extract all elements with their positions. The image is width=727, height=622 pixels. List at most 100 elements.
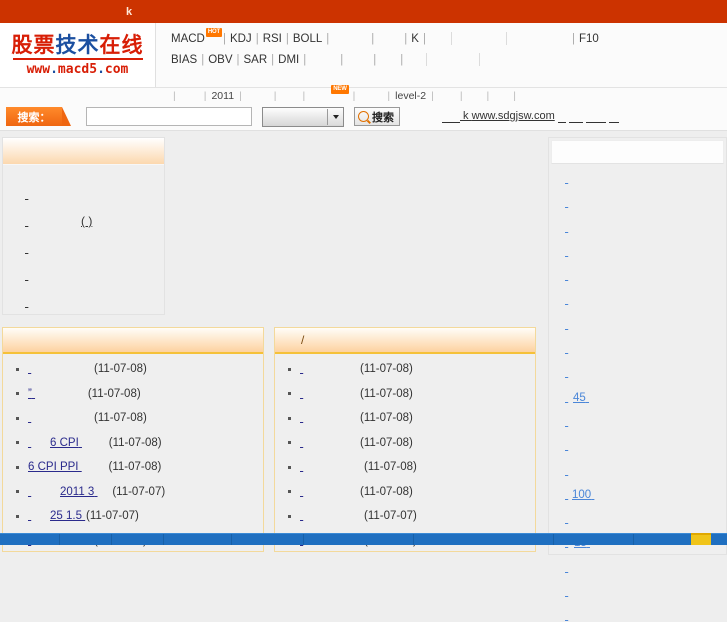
right-link-12[interactable]	[565, 465, 579, 477]
news-link-0-3[interactable]: 6 CPI	[28, 437, 109, 449]
news-link-1-3[interactable]	[300, 437, 360, 449]
subnav-link-2[interactable]	[247, 90, 269, 102]
subnav-link-7[interactable]	[439, 90, 455, 102]
right-link-16[interactable]	[565, 562, 585, 574]
news-link-0-5[interactable]: 2011 3	[28, 486, 112, 498]
news-link-1-1[interactable]	[300, 388, 360, 400]
right-link-14[interactable]	[565, 513, 579, 525]
right-link-item[interactable]	[565, 365, 726, 379]
right-link-10[interactable]	[565, 416, 579, 428]
sidebar-item[interactable]	[25, 187, 164, 201]
subnav-link-6[interactable]: level-2	[395, 90, 426, 102]
sidebar-item[interactable]: ( )	[25, 214, 164, 228]
nav-link-item5[interactable]	[376, 33, 402, 45]
sidebar-item-link-1[interactable]: ( )	[25, 214, 92, 228]
right-link-item[interactable]	[565, 608, 726, 622]
right-link-item[interactable]	[565, 560, 726, 574]
nav-link-item9[interactable]	[461, 33, 497, 45]
news-item[interactable]: 6 CPI PPI (11-07-08)	[16, 461, 263, 473]
news-link-1-5[interactable]	[300, 486, 360, 498]
sidebar-item-link-3[interactable]	[25, 268, 83, 282]
right-link-4[interactable]	[565, 270, 581, 282]
hotline-k-label[interactable]: k	[460, 110, 472, 122]
nav-link-rsi[interactable]: RSI	[261, 33, 284, 45]
nav-link-k[interactable]: K	[409, 33, 421, 45]
news-link-1-0[interactable]	[300, 363, 360, 375]
nav-link-boll[interactable]: BOLL	[291, 33, 324, 45]
news-item[interactable]: (11-07-08)	[16, 363, 263, 375]
right-link-item[interactable]: 100	[565, 487, 726, 501]
nav-link-item7[interactable]	[428, 33, 442, 45]
right-link-item[interactable]	[565, 268, 726, 282]
nav-link-item6[interactable]	[378, 54, 398, 66]
sidebar-item-link-4[interactable]	[25, 295, 83, 309]
search-category-select[interactable]	[262, 106, 344, 127]
nav-link-item5[interactable]	[345, 54, 371, 66]
right-link-7[interactable]	[565, 343, 582, 355]
news-link-0-1[interactable]: ”	[28, 388, 88, 400]
taskbar-item[interactable]	[164, 534, 232, 545]
nav-link-item4[interactable]	[308, 54, 338, 66]
news-item[interactable]: (11-07-07)	[288, 510, 535, 522]
right-link-item[interactable]	[565, 292, 726, 306]
taskbar-item[interactable]	[60, 534, 112, 545]
news-item[interactable]: ” (11-07-08)	[16, 388, 263, 400]
news-link-1-4[interactable]	[300, 461, 364, 473]
news-item[interactable]: 2011 3 (11-07-07)	[16, 486, 263, 498]
right-link-0[interactable]	[565, 173, 581, 185]
right-link-2[interactable]	[565, 222, 580, 234]
right-link-3[interactable]	[565, 246, 590, 258]
right-link-item[interactable]	[565, 220, 726, 234]
nav-link-sar[interactable]: SAR	[242, 54, 270, 66]
sidebar-item-link-0[interactable]	[25, 187, 81, 201]
news-item[interactable]: 6 CPI (11-07-08)	[16, 437, 263, 449]
nav-link-f10[interactable]: F10	[577, 33, 601, 45]
nav-link-item7[interactable]	[405, 54, 417, 66]
news-item[interactable]: (11-07-08)	[288, 412, 535, 424]
subnav-link-1[interactable]: 2011	[211, 90, 234, 102]
news-item[interactable]: (11-07-08)	[288, 461, 535, 473]
right-link-item[interactable]	[565, 584, 726, 598]
nav-link-dmi[interactable]: DMI	[276, 54, 301, 66]
right-link-13[interactable]: 100	[565, 489, 597, 501]
right-link-item[interactable]	[565, 341, 726, 355]
nav-link-item9[interactable]	[436, 54, 470, 66]
news-link-0-2[interactable]	[28, 412, 94, 424]
nav-link-bias[interactable]: BIAS	[169, 54, 199, 66]
nav-link-item11[interactable]	[516, 33, 570, 45]
right-link-item[interactable]	[565, 244, 726, 258]
subnav-link-0[interactable]	[181, 90, 199, 102]
news-item[interactable]: (11-07-08)	[288, 437, 535, 449]
news-link-1-6[interactable]	[300, 510, 364, 522]
right-link-item[interactable]	[565, 171, 726, 185]
sidebar-item[interactable]	[25, 295, 164, 309]
taskbar-item[interactable]	[232, 534, 304, 545]
right-link-item[interactable]	[565, 195, 726, 209]
os-taskbar[interactable]	[0, 533, 727, 545]
right-link-item[interactable]	[565, 317, 726, 331]
right-link-item[interactable]	[565, 414, 726, 428]
nav-link-obv[interactable]: OBV	[206, 54, 234, 66]
taskbar-item[interactable]	[112, 534, 164, 545]
right-link-item[interactable]	[565, 511, 726, 525]
subnav-link-5[interactable]	[360, 90, 382, 102]
news-link-0-6[interactable]: 25 1.5	[28, 510, 86, 522]
right-link-18[interactable]	[565, 610, 581, 622]
sidebar-item[interactable]	[25, 241, 164, 255]
hotline-site-link[interactable]: www.sdgjsw.com	[472, 110, 555, 122]
right-link-8[interactable]	[565, 367, 583, 379]
right-link-17[interactable]	[565, 586, 580, 598]
right-link-6[interactable]	[565, 319, 585, 331]
site-logo[interactable]: 股票技术在线 www.macd5.com	[0, 23, 156, 87]
news-link-0-4[interactable]: 6 CPI PPI	[28, 461, 109, 473]
search-input[interactable]	[86, 107, 252, 126]
search-button[interactable]: 搜索	[354, 107, 400, 126]
right-link-5[interactable]	[565, 294, 589, 306]
nav-link-macd[interactable]: MACD	[169, 33, 207, 45]
subnav-link-9[interactable]	[494, 90, 508, 102]
right-link-item[interactable]	[565, 438, 726, 452]
sidebar-item-link-2[interactable]	[25, 241, 83, 255]
news-link-0-0[interactable]	[28, 363, 94, 375]
taskbar-item[interactable]	[554, 534, 634, 545]
subnav-link-3[interactable]	[282, 90, 298, 102]
